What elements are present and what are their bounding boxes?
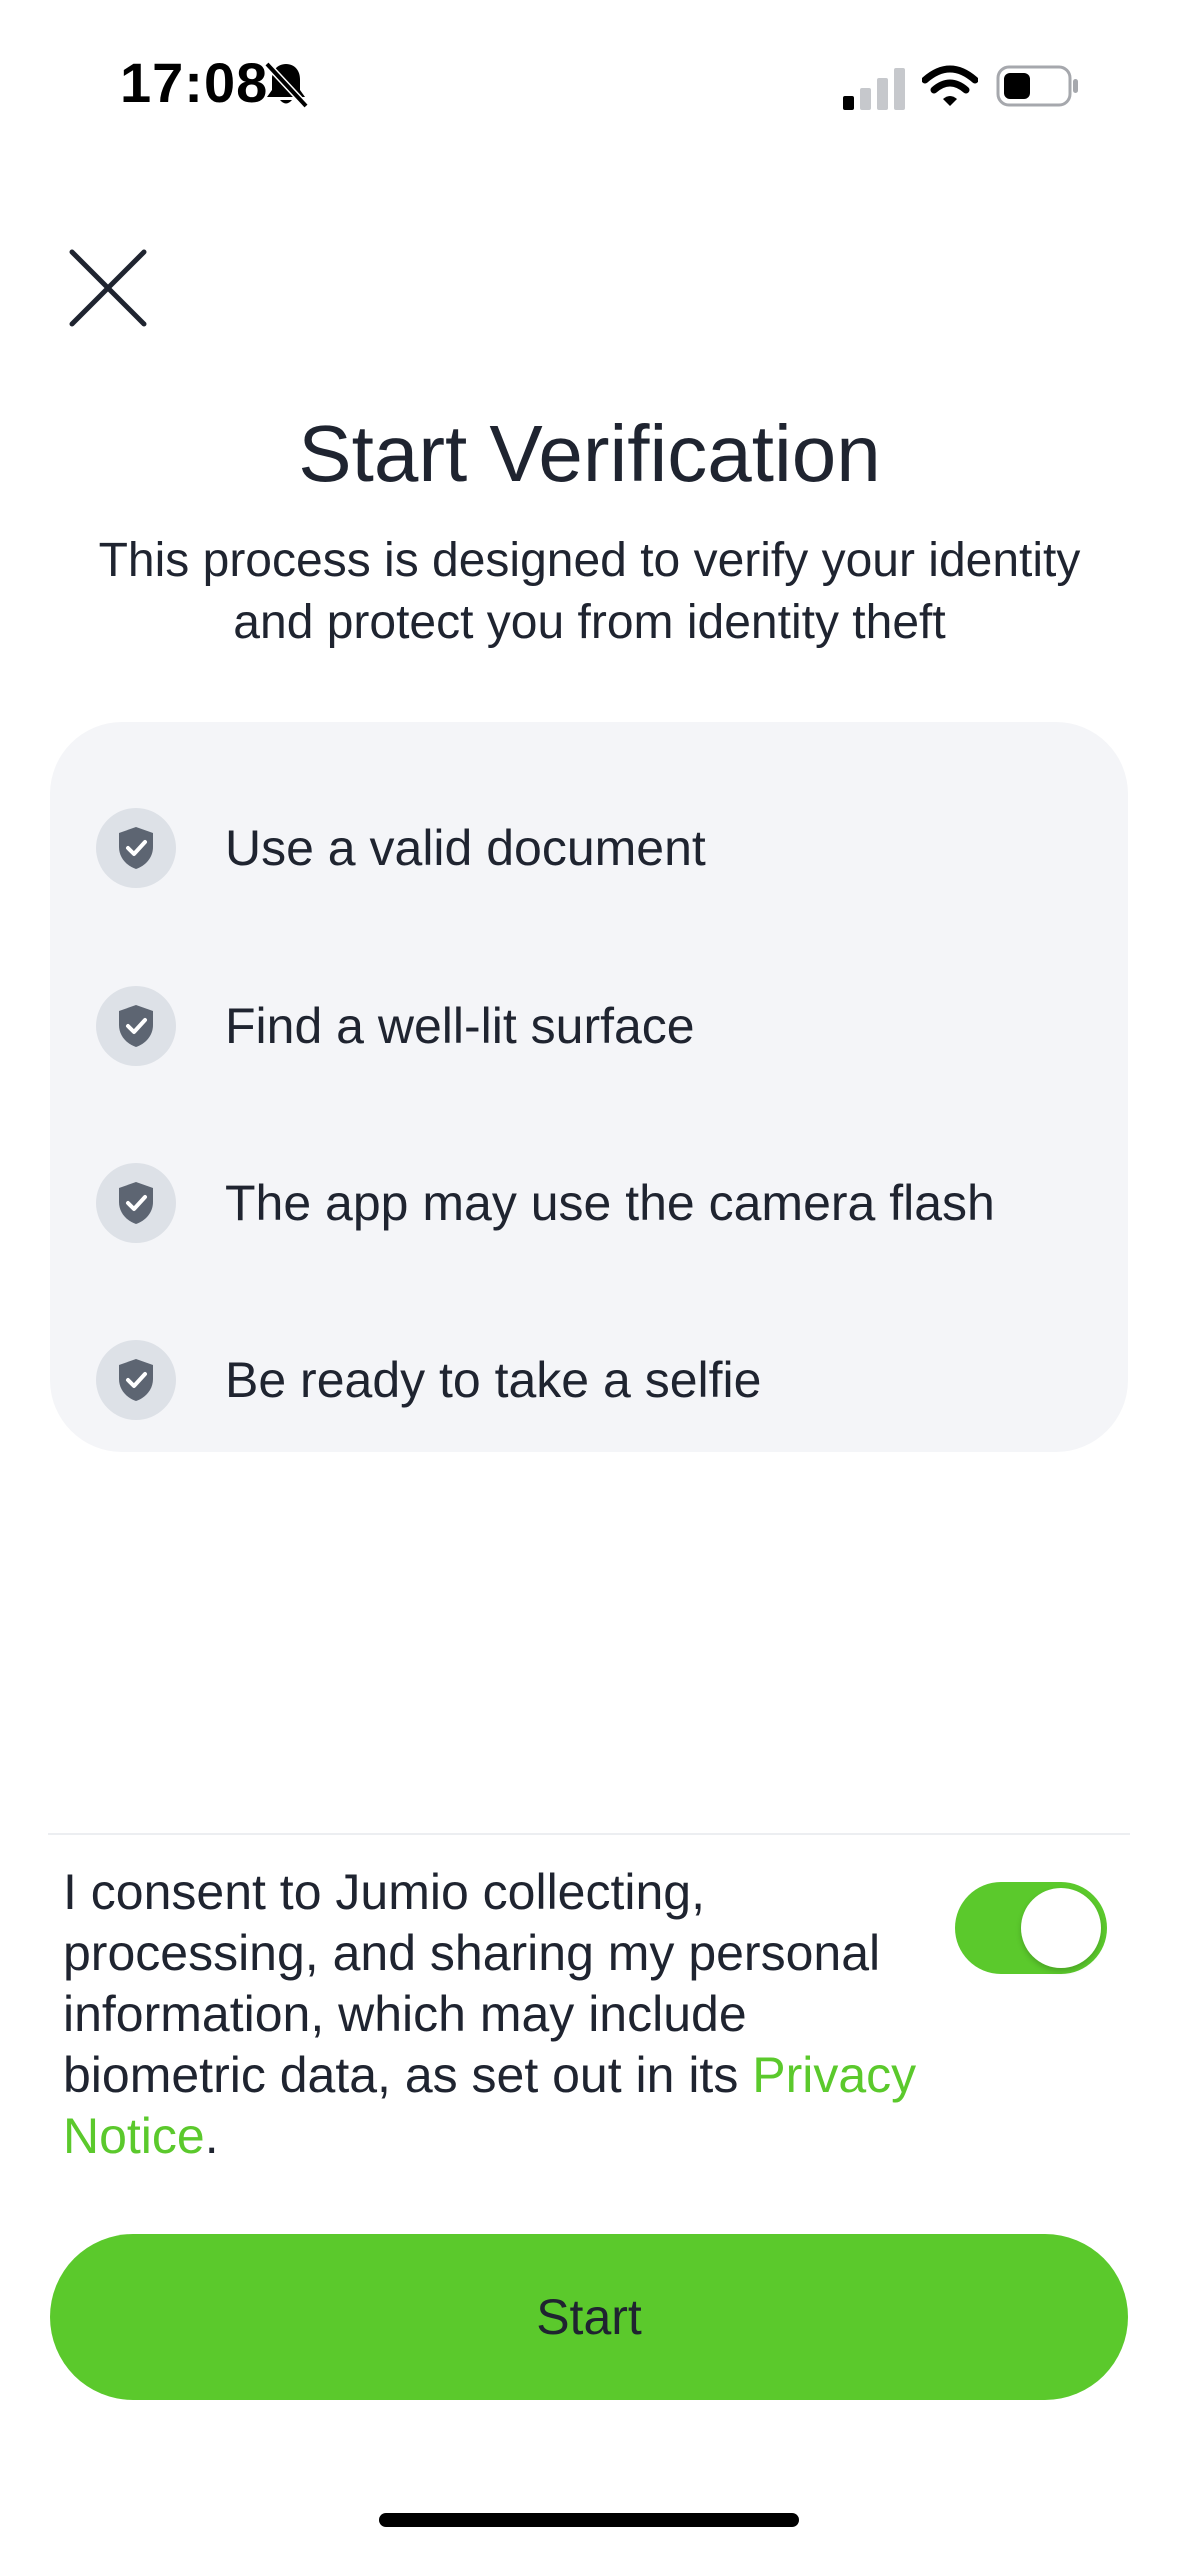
- wifi-icon: [922, 65, 978, 106]
- checklist-label: The app may use the camera flash: [225, 1175, 995, 1231]
- page-subtitle: This process is designed to verify your …: [98, 534, 1081, 649]
- checklist-card: Use a valid document Find a well-lit sur…: [50, 722, 1128, 1452]
- consent-toggle[interactable]: [955, 1882, 1107, 1974]
- consent-text: I consent to Jumio collecting, processin…: [63, 1862, 933, 2167]
- shield-check-icon: [96, 986, 176, 1066]
- divider: [48, 1833, 1130, 1835]
- verification-screen: 17:08 Start Verification This process is…: [0, 0, 1179, 2556]
- checklist-item: The app may use the camera flash: [50, 1143, 1128, 1263]
- consent-period: .: [204, 2108, 219, 2164]
- close-icon: [69, 249, 147, 327]
- home-indicator[interactable]: [379, 2513, 799, 2527]
- checklist-label: Use a valid document: [225, 820, 706, 876]
- toggle-knob: [1021, 1888, 1101, 1968]
- close-button[interactable]: [58, 238, 158, 338]
- start-button[interactable]: Start: [50, 2234, 1128, 2400]
- battery-icon: [996, 65, 1078, 107]
- checklist-item: Use a valid document: [50, 788, 1128, 908]
- shield-check-icon: [96, 1340, 176, 1420]
- checklist-label: Find a well-lit surface: [225, 998, 695, 1054]
- status-time: 17:08: [120, 51, 269, 114]
- checklist-item: Be ready to take a selfie: [50, 1320, 1128, 1440]
- signal-icon: [843, 68, 905, 110]
- bell-slash-icon: [264, 61, 309, 109]
- status-bar: 17:08: [0, 0, 1179, 175]
- checklist-item: Find a well-lit surface: [50, 966, 1128, 1086]
- shield-check-icon: [96, 808, 176, 888]
- checklist-label: Be ready to take a selfie: [225, 1352, 762, 1408]
- page-title: Start Verification: [298, 409, 881, 498]
- shield-check-icon: [96, 1163, 176, 1243]
